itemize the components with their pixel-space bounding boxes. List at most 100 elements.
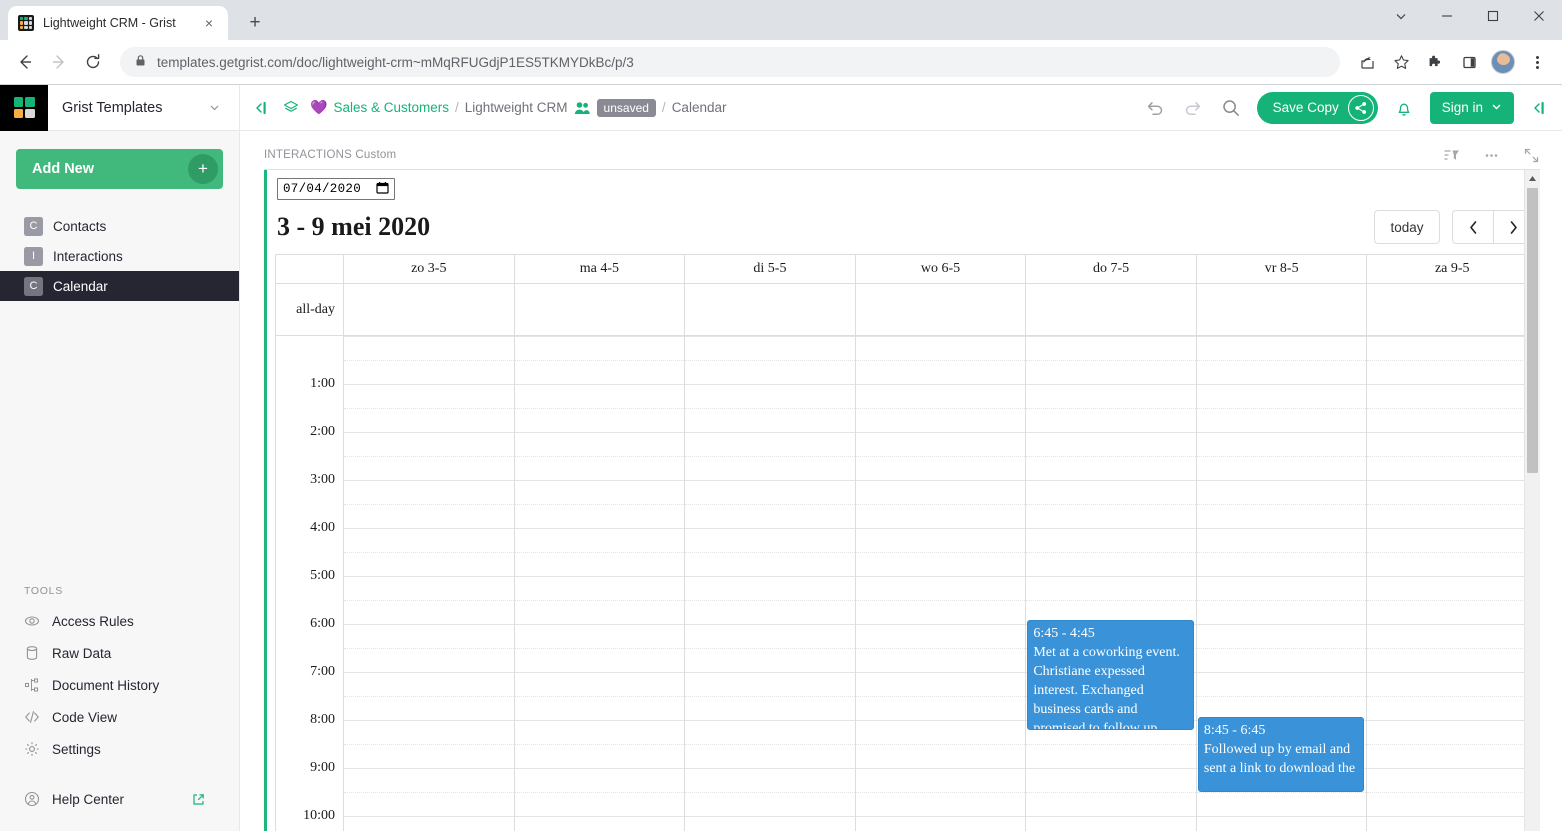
all-day-cell[interactable] [856, 284, 1027, 336]
tool-raw-data[interactable]: Raw Data [0, 637, 239, 669]
sign-in-button[interactable]: Sign in [1430, 92, 1514, 124]
bookmark-star-icon[interactable] [1386, 47, 1416, 77]
close-window-icon[interactable] [1516, 0, 1562, 32]
grid-line [1197, 576, 1367, 577]
widget-menu-icon[interactable] [1482, 146, 1500, 164]
tool-label: Code View [52, 710, 117, 725]
calendar-vertical-scrollbar[interactable] [1524, 170, 1540, 831]
tab-search-chevron-down-icon[interactable] [1378, 0, 1424, 32]
widget-title[interactable]: INTERACTIONS Custom [264, 149, 396, 161]
sidebar-item-contacts[interactable]: C Contacts [0, 211, 239, 241]
day-column-do[interactable]: 6:45 - 4:45Met at a coworking event. Chr… [1026, 336, 1197, 831]
day-column-za[interactable] [1367, 336, 1538, 831]
breadcrumb-workspace[interactable]: Sales & Customers [333, 100, 449, 115]
grid-line [1026, 408, 1196, 409]
calendar-event[interactable]: 6:45 - 4:45Met at a coworking event. Chr… [1027, 620, 1194, 730]
scroll-up-icon[interactable] [1525, 170, 1540, 186]
share-page-icon[interactable] [1352, 47, 1382, 77]
side-panel-icon[interactable] [1454, 47, 1484, 77]
all-day-cell[interactable] [1026, 284, 1197, 336]
calendar-range-title: 3 - 9 mei 2020 [277, 212, 430, 242]
save-copy-button[interactable]: Save Copy [1257, 92, 1378, 124]
grid-line [344, 792, 514, 793]
undo-icon[interactable] [1143, 96, 1167, 120]
add-new-button[interactable]: Add New + [16, 149, 223, 189]
day-column-di[interactable] [685, 336, 856, 831]
sidebar-item-calendar[interactable]: C Calendar [0, 271, 239, 301]
redo-icon[interactable] [1181, 96, 1205, 120]
address-bar[interactable]: templates.getgrist.com/doc/lightweight-c… [120, 47, 1340, 77]
tool-settings[interactable]: Settings [0, 733, 239, 765]
reload-icon[interactable] [78, 47, 108, 77]
grist-logo-icon[interactable] [0, 85, 48, 131]
tool-code-view[interactable]: Code View [0, 701, 239, 733]
day-header-di[interactable]: di 5-5 [685, 255, 856, 284]
layers-icon[interactable] [280, 97, 302, 119]
maximize-icon[interactable] [1470, 0, 1516, 32]
scrollbar-thumb[interactable] [1527, 188, 1538, 473]
time-label: 7:00 [310, 664, 335, 680]
all-day-row: all-day [276, 284, 1538, 336]
calendar-event[interactable]: 8:45 - 6:45Followed up by email and sent… [1198, 717, 1365, 792]
day-header-zo[interactable]: zo 3-5 [344, 255, 515, 284]
minimize-icon[interactable] [1424, 0, 1470, 32]
all-day-cell[interactable] [344, 284, 515, 336]
share-icon[interactable] [1348, 95, 1374, 121]
tool-help-center[interactable]: Help Center [0, 783, 239, 815]
grid-line [515, 480, 685, 481]
breadcrumb-document[interactable]: Lightweight CRM [465, 100, 568, 115]
back-icon[interactable] [10, 47, 40, 77]
extensions-puzzle-icon[interactable] [1420, 47, 1450, 77]
today-button[interactable]: today [1374, 210, 1440, 244]
browser-tab[interactable]: Lightweight CRM - Grist × [8, 6, 228, 40]
page-badge-icon: C [24, 277, 43, 296]
main-area: 💜 Sales & Customers / Lightweight CRM un… [240, 85, 1562, 831]
new-tab-button[interactable]: + [240, 8, 270, 38]
search-icon[interactable] [1219, 96, 1243, 120]
all-day-cell[interactable] [515, 284, 686, 336]
day-column-zo[interactable] [344, 336, 515, 831]
day-column-vr[interactable]: 8:45 - 6:45Followed up by email and sent… [1197, 336, 1368, 831]
grid-line [685, 504, 855, 505]
chevron-down-icon[interactable] [209, 102, 239, 113]
grid-line [685, 384, 855, 385]
close-icon[interactable]: × [200, 14, 218, 32]
sidebar-item-interactions[interactable]: I Interactions [0, 241, 239, 271]
notifications-bell-icon[interactable] [1392, 96, 1416, 120]
grid-line [1197, 816, 1367, 817]
breadcrumb-page[interactable]: Calendar [672, 100, 727, 115]
day-header-vr[interactable]: vr 8-5 [1197, 255, 1368, 284]
day-header-za[interactable]: za 9-5 [1367, 255, 1538, 284]
day-header-do[interactable]: do 7-5 [1026, 255, 1197, 284]
org-name[interactable]: Grist Templates [48, 100, 209, 116]
tool-document-history[interactable]: Document History [0, 669, 239, 701]
grid-line [1367, 480, 1537, 481]
all-day-cell[interactable] [1367, 284, 1538, 336]
tool-label: Document History [52, 678, 159, 693]
grid-line [1026, 528, 1196, 529]
grid-line [1367, 432, 1537, 433]
all-day-cell[interactable] [685, 284, 856, 336]
expand-widget-icon[interactable] [1522, 146, 1540, 164]
forward-icon[interactable] [44, 47, 74, 77]
prev-week-button[interactable] [1452, 210, 1493, 244]
grid-line [515, 384, 685, 385]
day-header-ma[interactable]: ma 4-5 [515, 255, 686, 284]
unsaved-badge: unsaved [597, 99, 656, 117]
collapse-left-panel-icon[interactable] [250, 97, 272, 119]
browser-menu-icon[interactable] [1522, 47, 1552, 77]
calendar-picker-icon[interactable] [376, 181, 389, 198]
profile-avatar[interactable] [1488, 47, 1518, 77]
filter-sort-icon[interactable] [1442, 146, 1460, 164]
grid-line [1197, 672, 1367, 673]
date-input[interactable]: 07/04/2020 [277, 178, 395, 200]
day-column-wo[interactable] [856, 336, 1027, 831]
grid-line [1197, 696, 1367, 697]
all-day-cell[interactable] [1197, 284, 1368, 336]
tool-access-rules[interactable]: Access Rules [0, 605, 239, 637]
collapse-right-panel-icon[interactable] [1528, 97, 1550, 119]
day-column-ma[interactable] [515, 336, 686, 831]
day-header-wo[interactable]: wo 6-5 [856, 255, 1027, 284]
time-label: 4:00 [310, 520, 335, 536]
chevron-down-icon [1491, 101, 1502, 114]
